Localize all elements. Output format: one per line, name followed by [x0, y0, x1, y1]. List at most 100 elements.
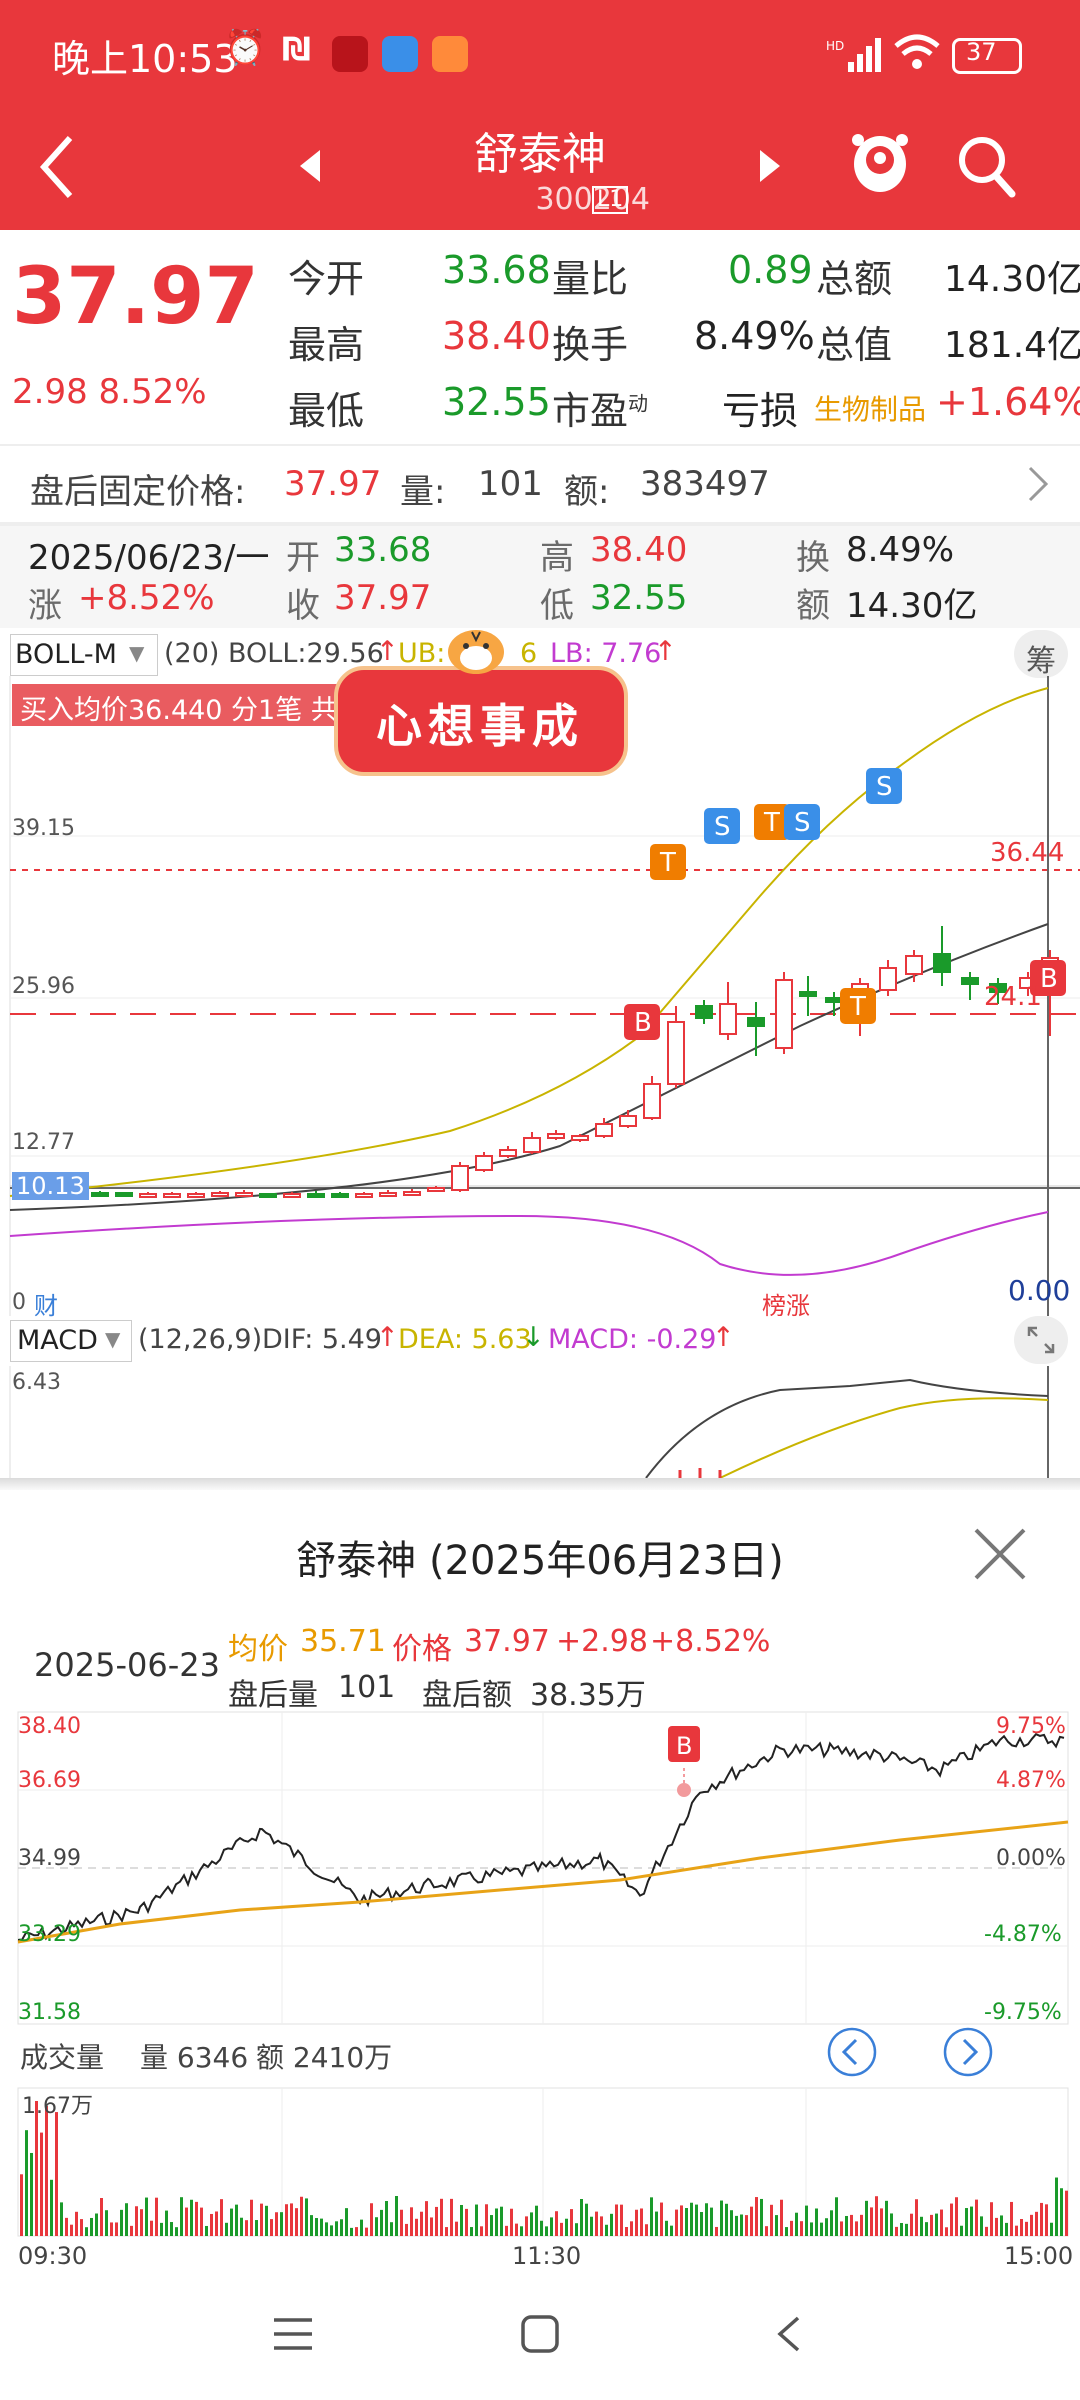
avg-price-value: 35.71 [300, 1624, 386, 1659]
intraday-title: 舒泰神 (2025年06月23日) [296, 1538, 784, 1584]
expand-icon [1027, 1326, 1055, 1354]
high-value: 38.40 [442, 314, 551, 358]
open-label: 今开 [288, 257, 365, 301]
chevron-down-icon: ▼ [105, 1327, 121, 1351]
ah-vol-value: 101 [338, 1670, 396, 1705]
next-stock-icon[interactable] [758, 148, 782, 184]
price-change: 2.98 8.52% [12, 372, 207, 412]
shop-notification-icon [432, 36, 468, 72]
back-nav-icon[interactable] [774, 2314, 804, 2354]
sector-change: +1.64% [936, 380, 1080, 424]
boll-indicator-select[interactable]: BOLL-M ▼ [10, 634, 158, 676]
zero-right-label: 0.00 [1008, 1274, 1071, 1307]
macd-indicator-select[interactable]: MACD ▼ [10, 1320, 132, 1362]
stock-name: 舒泰神 [474, 129, 606, 180]
chip-button-label: 筹 [1026, 644, 1056, 679]
wifi-icon [894, 34, 940, 69]
buy-point [677, 1783, 691, 1797]
after-hours-vol-label: 量: [400, 472, 446, 512]
turnover-value: 8.49% [694, 314, 815, 358]
battery-level: 37 [966, 38, 997, 66]
day-amount: 14.30亿 [846, 586, 978, 626]
kline-y-label-1: 39.15 [12, 816, 75, 841]
time-axis-start: 09:30 [18, 2242, 88, 2270]
limit-up-list-tag[interactable]: 榜涨 [762, 1286, 810, 1321]
volume-ratio-value: 0.89 [728, 248, 813, 292]
macd-chart[interactable] [0, 1366, 1080, 1478]
ah-amt-value: 38.35万 [530, 1678, 646, 1713]
mascot-icon[interactable] [848, 128, 912, 208]
total-amount-value: 14.30亿 [944, 259, 1080, 300]
boll-lb-arrow: ↑ [654, 636, 677, 667]
cursor-price-label: 10.13 [12, 1172, 89, 1200]
kline-y-label-3: 12.77 [12, 1130, 75, 1155]
macd-params: (12,26,9) [138, 1324, 263, 1355]
after-hours-amt-label: 额: [564, 472, 610, 512]
dif-up-arrow: ↑ [376, 1322, 399, 1353]
boll-ub-label: UB: [398, 638, 446, 669]
svg-text:B: B [634, 1008, 652, 1038]
close-icon[interactable] [972, 1526, 1028, 1582]
dea-down-arrow: ↓ [522, 1322, 545, 1353]
time-axis-mid: 11:30 [512, 2242, 582, 2270]
expand-button[interactable] [1014, 1316, 1068, 1364]
axis-left-1: 38.40 [18, 1714, 81, 1739]
volume-ratio-label: 量比 [552, 257, 629, 301]
volume-max-label: 1.67万 [22, 2094, 93, 2119]
intraday-price: 37.97 [464, 1624, 550, 1659]
day-low: 32.55 [590, 578, 688, 618]
day-high-label: 高 [540, 538, 574, 578]
menu-nav-icon[interactable] [272, 2314, 314, 2354]
day-high: 38.40 [590, 530, 688, 570]
app-notification-icon [332, 36, 368, 72]
day-turnover: 8.49% [846, 530, 955, 570]
back-arrow-icon[interactable] [38, 132, 78, 202]
chip-distribution-button[interactable]: 筹 [1014, 630, 1068, 679]
intraday-change: +2.98 [556, 1624, 648, 1659]
chevron-right-icon [1028, 466, 1049, 502]
prev-day-button[interactable] [826, 2026, 878, 2078]
price-label: 价格 [392, 1632, 452, 1667]
intraday-price-chart[interactable]: B [0, 1710, 1080, 2030]
macd-dif: DIF: 5.49 [262, 1324, 382, 1355]
sector-name[interactable]: 生物制品 [814, 388, 926, 428]
sticker-text: 心想事成 [376, 699, 584, 753]
buy-average-banner[interactable]: 买入均价36.440 分1笔 共 [12, 684, 352, 726]
boll-indicator-label: BOLL-M [15, 639, 117, 670]
macd-dea: DEA: 5.63 [398, 1324, 532, 1355]
day-open-label: 开 [286, 538, 320, 578]
ref-price-right-label: 36.44 [990, 838, 1065, 868]
finance-tag[interactable]: 财 [34, 1286, 58, 1321]
day-turnover-label: 换 [796, 538, 830, 578]
svg-text:B: B [1040, 964, 1058, 994]
change-value: 2.98 [12, 372, 88, 412]
intraday-sheet: 舒泰神 (2025年06月23日) 2025-06-23 均价 35.71 价格… [0, 1490, 1080, 2400]
chevron-down-icon: ▼ [129, 641, 145, 665]
prev-stock-icon[interactable] [298, 148, 322, 184]
intraday-volume-chart[interactable] [0, 2086, 1080, 2240]
after-hours-amt: 383497 [640, 464, 770, 504]
pe-value: 亏损 [722, 389, 799, 433]
low-value: 32.55 [442, 380, 551, 424]
price-line [18, 1732, 1065, 1941]
svg-text:HD: HD [826, 39, 844, 53]
after-hours-price: 37.97 [284, 464, 382, 504]
volume-value: 量 6346 [140, 2041, 249, 2074]
day-open: 33.68 [334, 530, 432, 570]
macd-up-arrow: ↑ [712, 1322, 735, 1353]
axis-right-3: 0.00% [996, 1846, 1066, 1871]
next-day-button[interactable] [942, 2026, 994, 2078]
after-hours-row[interactable]: 盘后固定价格: 37.97 量: 101 额: 383497 [0, 446, 1080, 522]
market-cap-value: 181.4亿 [944, 325, 1080, 366]
macd-value: MACD: -0.29 [548, 1324, 717, 1355]
axis-left-4: 33.29 [18, 1922, 81, 1947]
kline-y-label-zero: 0 [12, 1290, 26, 1315]
boll-up-arrow: ↑ [376, 636, 399, 667]
boll-params: (20) BOLL:29.56 [164, 638, 384, 669]
home-nav-icon[interactable] [520, 2314, 560, 2354]
status-bar: 晚上10:53 ⏰ ₪ HD 37 [0, 0, 1080, 110]
intraday-date: 2025-06-23 [34, 1646, 220, 1684]
search-icon[interactable] [956, 132, 1018, 202]
day-close-label: 收 [286, 586, 320, 626]
title-bar: 舒泰神 300204 L1 [0, 110, 1080, 230]
